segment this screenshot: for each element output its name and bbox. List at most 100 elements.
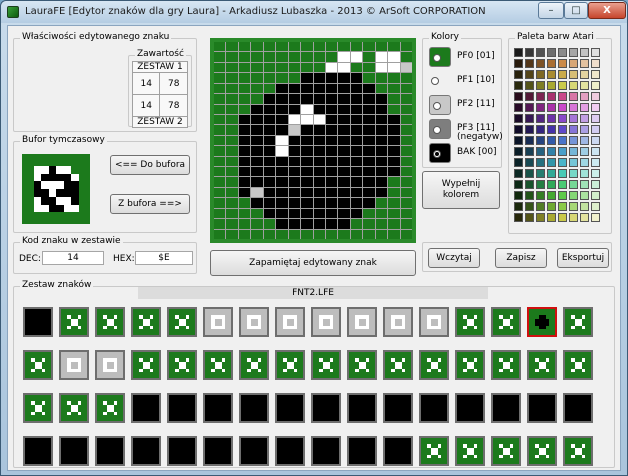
- editor-pixel[interactable]: [238, 198, 251, 208]
- charset-tile[interactable]: [239, 436, 269, 466]
- palette-swatch[interactable]: [558, 125, 567, 134]
- editor-pixel[interactable]: [251, 229, 263, 239]
- editor-pixel[interactable]: [251, 177, 263, 187]
- charset-tile[interactable]: [59, 350, 89, 380]
- color-swatch[interactable]: [429, 71, 451, 91]
- load-button[interactable]: Wczytaj: [428, 248, 480, 268]
- palette-swatch[interactable]: [580, 81, 589, 90]
- editor-pixel[interactable]: [276, 187, 288, 198]
- editor-pixel[interactable]: [400, 104, 412, 114]
- color-radio[interactable]: [433, 150, 441, 158]
- editor-pixel[interactable]: [263, 198, 276, 208]
- editor-pixel[interactable]: [325, 42, 338, 52]
- editor-pixel[interactable]: [338, 198, 350, 208]
- palette-swatch[interactable]: [547, 136, 556, 145]
- charset-tile[interactable]: [491, 393, 521, 423]
- editor-pixel[interactable]: [363, 42, 375, 52]
- editor-pixel[interactable]: [214, 104, 226, 114]
- editor-pixel[interactable]: [226, 219, 238, 229]
- palette-swatch[interactable]: [558, 202, 567, 211]
- palette-swatch[interactable]: [547, 103, 556, 112]
- editor-pixel[interactable]: [350, 177, 363, 187]
- editor-pixel[interactable]: [363, 208, 375, 219]
- editor-pixel[interactable]: [238, 146, 251, 156]
- editor-pixel[interactable]: [238, 83, 251, 94]
- editor-pixel[interactable]: [276, 198, 288, 208]
- editor-pixel[interactable]: [325, 229, 338, 239]
- editor-pixel[interactable]: [388, 198, 400, 208]
- editor-pixel[interactable]: [238, 167, 251, 177]
- editor-pixel[interactable]: [226, 62, 238, 73]
- editor-pixel[interactable]: [325, 114, 338, 125]
- palette-swatch[interactable]: [591, 202, 600, 211]
- palette-swatch[interactable]: [591, 81, 600, 90]
- charset-tile[interactable]: [419, 436, 449, 466]
- editor-pixel[interactable]: [363, 94, 375, 104]
- editor-pixel[interactable]: [313, 146, 325, 156]
- palette-swatch[interactable]: [569, 147, 578, 156]
- editor-pixel[interactable]: [251, 114, 263, 125]
- buffer-preview[interactable]: [22, 154, 90, 224]
- palette-swatch[interactable]: [580, 169, 589, 178]
- editor-pixel[interactable]: [276, 156, 288, 167]
- palette-swatch[interactable]: [569, 70, 578, 79]
- editor-pixel[interactable]: [388, 208, 400, 219]
- editor-pixel[interactable]: [226, 146, 238, 156]
- palette-swatch[interactable]: [547, 147, 556, 156]
- editor-pixel[interactable]: [288, 135, 301, 146]
- palette-swatch[interactable]: [547, 48, 556, 57]
- editor-pixel[interactable]: [375, 42, 388, 52]
- charset-tile[interactable]: [167, 393, 197, 423]
- maximize-button[interactable]: □: [564, 2, 588, 19]
- editor-pixel[interactable]: [238, 177, 251, 187]
- editor-pixel[interactable]: [214, 208, 226, 219]
- palette-swatch[interactable]: [580, 125, 589, 134]
- editor-pixel[interactable]: [350, 73, 363, 83]
- editor-pixel[interactable]: [276, 167, 288, 177]
- editor-pixel[interactable]: [363, 187, 375, 198]
- palette-swatch[interactable]: [547, 169, 556, 178]
- palette-swatch[interactable]: [591, 213, 600, 222]
- editor-pixel[interactable]: [263, 42, 276, 52]
- charset-tile[interactable]: [275, 307, 305, 337]
- dec-field[interactable]: 14: [42, 251, 104, 265]
- palette-swatch[interactable]: [525, 136, 534, 145]
- editor-pixel[interactable]: [338, 156, 350, 167]
- editor-pixel[interactable]: [388, 94, 400, 104]
- editor-pixel[interactable]: [388, 229, 400, 239]
- editor-pixel[interactable]: [263, 125, 276, 135]
- editor-pixel[interactable]: [263, 83, 276, 94]
- palette-swatch[interactable]: [580, 180, 589, 189]
- editor-pixel[interactable]: [214, 198, 226, 208]
- palette-swatch[interactable]: [569, 169, 578, 178]
- editor-pixel[interactable]: [288, 94, 301, 104]
- editor-pixel[interactable]: [375, 167, 388, 177]
- editor-pixel[interactable]: [263, 229, 276, 239]
- editor-pixel[interactable]: [325, 156, 338, 167]
- editor-pixel[interactable]: [263, 62, 276, 73]
- editor-pixel[interactable]: [214, 94, 226, 104]
- editor-pixel[interactable]: [238, 42, 251, 52]
- editor-pixel[interactable]: [301, 52, 313, 62]
- editor-pixel[interactable]: [276, 135, 288, 146]
- charset-grid[interactable]: [23, 307, 593, 466]
- charset-tile[interactable]: [347, 350, 377, 380]
- editor-pixel[interactable]: [263, 156, 276, 167]
- charset-tile[interactable]: [563, 307, 593, 337]
- editor-pixel[interactable]: [214, 52, 226, 62]
- editor-pixel[interactable]: [325, 94, 338, 104]
- editor-pixel[interactable]: [276, 114, 288, 125]
- editor-pixel[interactable]: [350, 52, 363, 62]
- palette-swatch[interactable]: [525, 59, 534, 68]
- palette-swatch[interactable]: [514, 81, 523, 90]
- editor-pixel[interactable]: [276, 62, 288, 73]
- editor-pixel[interactable]: [276, 104, 288, 114]
- editor-pixel[interactable]: [263, 177, 276, 187]
- charset-tile[interactable]: [563, 393, 593, 423]
- palette-swatch[interactable]: [536, 103, 545, 112]
- color-radio[interactable]: [433, 102, 441, 110]
- editor-pixel[interactable]: [400, 83, 412, 94]
- editor-pixel[interactable]: [226, 94, 238, 104]
- editor-pixel[interactable]: [400, 177, 412, 187]
- editor-pixel[interactable]: [375, 146, 388, 156]
